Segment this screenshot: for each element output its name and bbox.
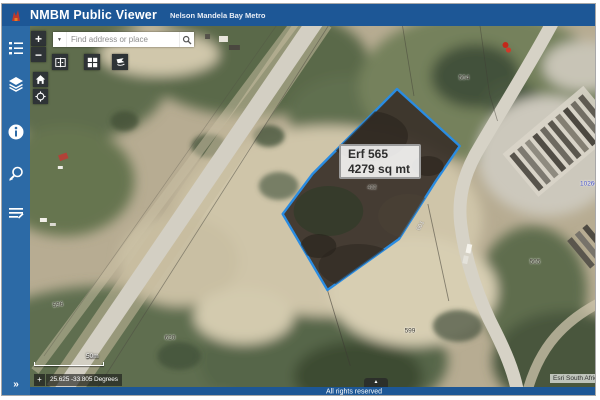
scale-label: 50m: [86, 353, 99, 360]
zoom-out-button[interactable]: −: [31, 47, 46, 62]
legend-button[interactable]: [7, 39, 25, 57]
swipe-icon: [55, 57, 66, 68]
copyright-bar: All rights reserved: [30, 387, 595, 396]
map-label-422: 422: [367, 185, 376, 191]
grid-icon: [87, 57, 98, 68]
app-subtitle: Nelson Mandela Bay Metro: [170, 10, 265, 20]
caret-up-icon: ▲: [374, 379, 379, 385]
sidebar-expand-button[interactable]: »: [7, 376, 25, 394]
nmbm-logo: [11, 9, 21, 22]
map-label-10260: 10260: [580, 181, 595, 188]
coordinates-crosshair-button[interactable]: +: [34, 374, 45, 386]
chevron-down-icon: ▼: [57, 37, 62, 43]
layer-list-icon: [7, 204, 25, 222]
copyright-text: All rights reserved: [326, 389, 382, 396]
scale-line: [34, 362, 104, 366]
locate-icon: [35, 91, 46, 102]
identify-search-icon: [7, 165, 25, 183]
app-window: NMBM Public Viewer Nelson Mandela Bay Me…: [1, 3, 596, 396]
sidebar: »: [2, 26, 30, 396]
info-button[interactable]: [7, 123, 25, 141]
home-icon: [35, 74, 46, 85]
flag-icon: [115, 57, 126, 68]
search-dropdown-button[interactable]: ▼: [53, 32, 67, 47]
identify-button[interactable]: [7, 165, 25, 183]
tooltip-erf-area: 4279 sq mt: [348, 162, 412, 177]
search-input[interactable]: [67, 32, 179, 47]
attribution-expander[interactable]: ▲: [364, 378, 388, 387]
info-icon: [7, 123, 25, 141]
parcel-tooltip: Erf 565 4279 sq mt: [339, 144, 421, 179]
app-header: NMBM Public Viewer Nelson Mandela Bay Me…: [2, 4, 595, 26]
coordinates-widget: + 25.625 -33.805 Degrees: [34, 374, 122, 386]
legend-icon: [7, 39, 25, 57]
zoom-in-button[interactable]: +: [31, 31, 46, 46]
tooltip-erf-number: Erf 565: [348, 147, 412, 162]
layer-list-button[interactable]: [7, 204, 25, 222]
map-label-565: 565: [530, 259, 541, 266]
aerial-imagery: [30, 26, 595, 387]
map-label-564: 564: [459, 75, 470, 82]
layers-button[interactable]: [7, 75, 25, 93]
map-label-620: 620: [165, 335, 176, 342]
esri-attribution: Esri South Afric: [550, 374, 595, 383]
scale-bar: 50m: [34, 362, 104, 366]
search-widget: ▼: [53, 32, 194, 47]
swipe-tool-button[interactable]: [52, 54, 68, 70]
home-button[interactable]: [33, 72, 48, 87]
search-icon: [182, 35, 192, 45]
search-button[interactable]: [179, 32, 194, 47]
app-title: NMBM Public Viewer: [30, 8, 157, 22]
layers-icon: [7, 75, 25, 93]
coordinates-readout: 25.625 -33.805 Degrees: [46, 374, 122, 386]
map-label-599: 599: [405, 328, 416, 335]
basemap-gallery-button[interactable]: [84, 54, 100, 70]
locate-button[interactable]: [33, 89, 48, 104]
map-label-596: 596: [52, 301, 64, 309]
map-canvas[interactable]: 56410260565601422599620596 Erf 565 4279 …: [30, 26, 595, 387]
draw-tool-button[interactable]: [112, 54, 128, 70]
